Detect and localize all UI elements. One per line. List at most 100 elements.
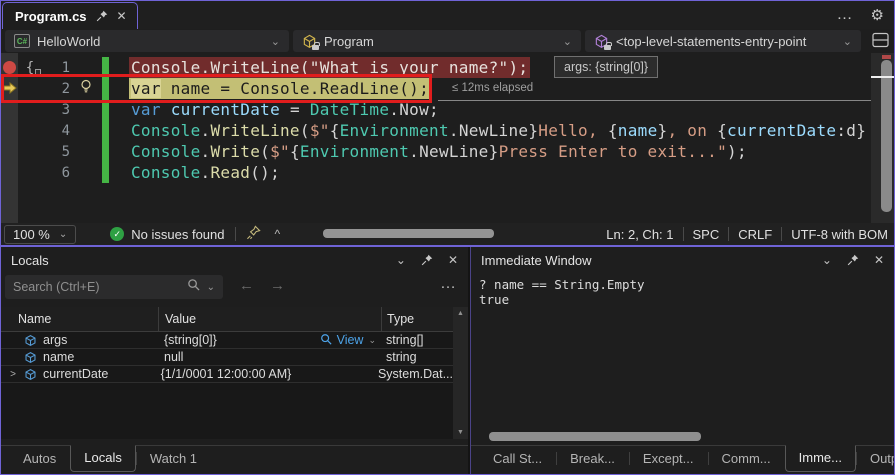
perftip[interactable]: ≤ 12ms elapsed <box>452 82 533 94</box>
search-icon[interactable] <box>187 278 200 296</box>
column-name[interactable]: Name <box>1 307 158 331</box>
search-input[interactable] <box>5 280 187 294</box>
breadcrumb-project[interactable]: C# HelloWorld ⌄ <box>5 30 289 52</box>
immediate-header[interactable]: Immediate Window ⌄ ✕ <box>471 247 894 273</box>
window-position-icon[interactable]: ⌄ <box>396 253 406 267</box>
zoom-level: 100 % <box>13 226 50 242</box>
chevron-down-icon: ⌄ <box>58 228 68 240</box>
locals-search-box[interactable]: ⌄ <box>5 275 223 299</box>
pin-icon[interactable] <box>847 254 859 266</box>
zoom-dropdown[interactable]: 100 % ⌄ <box>4 224 77 244</box>
close-icon[interactable]: ✕ <box>117 9 127 23</box>
cell-name: > currentDate <box>1 367 155 381</box>
expand-icon[interactable]: ^ <box>275 227 281 241</box>
variable-value: {1/1/0001 12:00:00 AM} <box>160 367 292 381</box>
horizontal-scrollbar-thumb[interactable] <box>323 229 494 238</box>
column-type[interactable]: Type <box>381 307 453 331</box>
window-position-icon[interactable]: ⌄ <box>822 253 832 267</box>
datatip[interactable]: args: {string[0]} <box>554 56 659 78</box>
pin-icon[interactable] <box>96 10 108 22</box>
immediate-tab[interactable]: Call St... <box>479 446 556 473</box>
close-icon[interactable]: ✕ <box>448 253 458 267</box>
issues-indicator[interactable]: ✓ No issues found <box>110 227 225 242</box>
chevron-down-icon[interactable]: ⌄ <box>843 35 852 48</box>
code-editor[interactable]: {1 Console.WriteLine("What is your name?"… <box>1 53 894 223</box>
code-token: $" <box>309 121 330 140</box>
immediate-horizontal-scrollbar[interactable] <box>489 432 701 441</box>
chevron-down-icon[interactable]: ⌄ <box>563 35 572 48</box>
tab-label: Program.cs <box>15 8 87 24</box>
code-token: { <box>607 121 618 140</box>
code-token: Write <box>210 142 261 161</box>
code-token: Console <box>131 121 201 140</box>
chevron-down-icon: ⌄ <box>368 334 376 345</box>
line-ending-indicator[interactable]: CRLF <box>738 227 772 242</box>
line-number: 5 <box>61 143 70 160</box>
locals-header[interactable]: Locals ⌄ ✕ <box>1 247 468 273</box>
line-column-indicator[interactable]: Ln: 2, Ch: 1 <box>606 227 673 242</box>
gear-icon[interactable]: ⚙ <box>871 6 884 24</box>
navigation-bar: C# HelloWorld ⌄ Program ⌄ <top-level-sta… <box>1 29 894 53</box>
code-token: Press Enter to exit... <box>498 142 718 161</box>
breadcrumb-member[interactable]: <top-level-statements-entry-point ⌄ <box>585 30 861 52</box>
perftip-separator <box>438 100 894 101</box>
code-token: WriteLine <box>210 121 300 140</box>
immediate-content[interactable]: ? name == String.Empty true <box>479 277 884 307</box>
forward-icon[interactable]: → <box>270 277 285 294</box>
code-line: 5 Console.Write($"{Environment.NewLine}Pr… <box>1 141 871 162</box>
locals-table-row[interactable]: name null string <box>1 349 453 366</box>
code-line-text: Console.WriteLine($"{Environment.NewLine… <box>129 120 868 141</box>
chevron-down-icon[interactable]: ⌄ <box>207 282 215 293</box>
more-options-icon[interactable]: … <box>440 275 456 293</box>
locals-vertical-scrollbar[interactable]: ▲ ▼ <box>453 307 468 439</box>
immediate-tab[interactable]: Comm... <box>707 446 785 473</box>
pin-icon[interactable] <box>421 254 433 266</box>
more-options-icon[interactable]: … <box>837 6 853 24</box>
locals-tab[interactable]: Watch 1 <box>135 446 211 473</box>
gutter-breakpoint-margin[interactable] <box>1 61 18 74</box>
code-token: $" <box>270 142 290 161</box>
cell-type: System.Dat... <box>377 367 453 381</box>
editor-vertical-scrollbar[interactable] <box>871 53 894 223</box>
immediate-tab[interactable]: Output <box>855 446 894 473</box>
view-control[interactable]: View ⌄ <box>320 333 376 348</box>
code-token: . <box>200 142 211 161</box>
code-token: } <box>488 142 499 161</box>
code-token: .NewLine <box>409 142 489 161</box>
locals-table-header[interactable]: Name Value Type <box>1 307 453 332</box>
whitespace-indicator[interactable]: SPC <box>693 227 720 242</box>
variable-name: name <box>43 350 75 364</box>
expander-icon[interactable]: > <box>8 369 18 380</box>
immediate-tab[interactable]: Imme... <box>784 445 856 472</box>
close-icon[interactable]: ✕ <box>874 253 884 267</box>
split-window-icon[interactable] <box>872 32 889 53</box>
code-token: Console <box>131 163 201 182</box>
column-value[interactable]: Value <box>158 307 381 331</box>
immediate-line: ? name == String.Empty <box>479 277 645 292</box>
scrollbar-thumb[interactable] <box>881 60 892 212</box>
locals-panel: Locals ⌄ ✕ ⌄ ← → … <box>1 247 468 474</box>
locals-table-row[interactable]: args {string[0]} View ⌄ string[] <box>1 332 453 349</box>
locals-tab[interactable]: Autos <box>9 446 70 473</box>
breakpoint-icon[interactable] <box>3 61 16 74</box>
scroll-up-icon[interactable]: ▲ <box>457 310 464 317</box>
cell-type: string[] <box>386 333 424 347</box>
code-cleanup-icon[interactable] <box>246 225 261 243</box>
immediate-tab[interactable]: Except... <box>628 446 708 473</box>
code-token: Console <box>131 142 201 161</box>
encoding-indicator[interactable]: UTF-8 with BOM <box>791 227 888 242</box>
immediate-tab[interactable]: Break... <box>556 446 629 473</box>
document-tab-bar: Program.cs ✕ … ⚙ <box>1 1 894 29</box>
braces-icon: { <box>26 61 42 75</box>
locals-table-row[interactable]: > currentDate {1/1/0001 12:00:00 AM} System… <box>1 366 453 383</box>
variable-value: null <box>164 350 184 364</box>
tab-program-cs[interactable]: Program.cs ✕ <box>2 2 138 29</box>
breadcrumb-type[interactable]: Program ⌄ <box>293 30 581 52</box>
chevron-down-icon[interactable]: ⌄ <box>271 35 280 48</box>
back-icon[interactable]: ← <box>239 277 254 294</box>
breakpoint-mark <box>882 55 891 59</box>
code-line-text: Console.Write($"{Environment.NewLine}Pre… <box>129 141 749 162</box>
change-tracking-bar <box>102 162 109 183</box>
scroll-down-icon[interactable]: ▼ <box>457 429 464 436</box>
locals-tab[interactable]: Locals <box>70 445 136 472</box>
